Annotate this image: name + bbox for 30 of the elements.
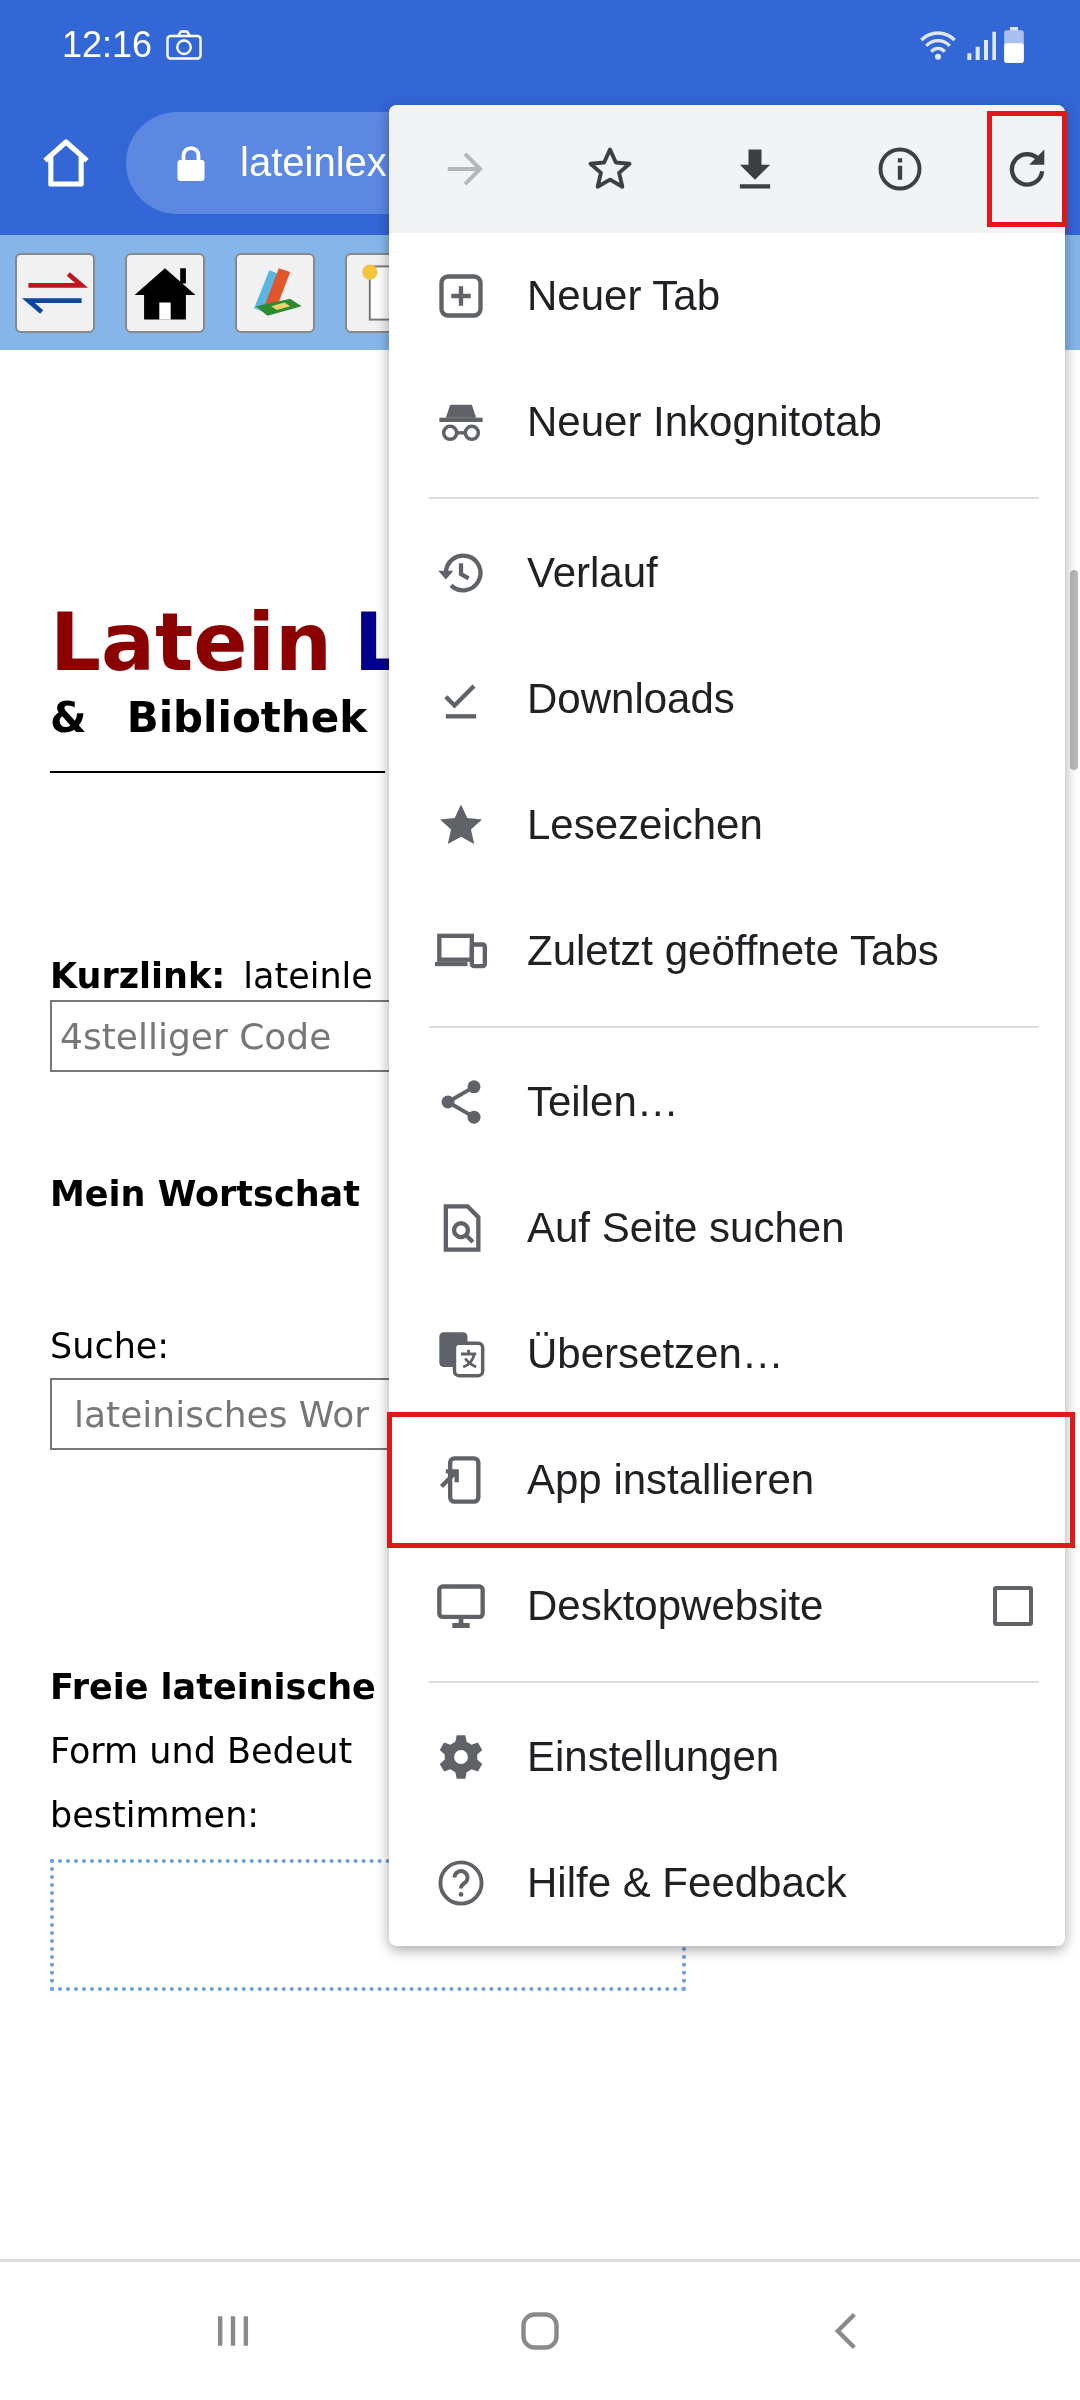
swap-arrows-icon[interactable] xyxy=(15,252,95,333)
books-icon[interactable] xyxy=(235,252,315,333)
checkbox[interactable] xyxy=(993,1586,1033,1626)
site-title: Latein xyxy=(50,596,332,689)
wifi-icon xyxy=(918,28,958,62)
ampersand: & xyxy=(50,693,87,743)
search-label: Suche: xyxy=(50,1326,170,1366)
menu-item[interactable]: Auf Seite suchen xyxy=(389,1165,1065,1291)
description-text: Form und Bedeut xyxy=(50,1730,353,1773)
house-icon[interactable] xyxy=(125,252,205,333)
section-heading: Freie lateinische xyxy=(50,1666,376,1709)
clock: 12:16 xyxy=(62,24,153,66)
site-subtitle: Bibliothek xyxy=(126,693,368,743)
section-heading: Mein Wortschat xyxy=(50,1173,360,1216)
battery-icon xyxy=(1004,27,1024,63)
menu-item[interactable]: Downloads xyxy=(389,636,1065,762)
menu-item[interactable]: Neuer Tab xyxy=(389,233,1065,359)
home-icon[interactable] xyxy=(518,2309,562,2353)
reload-button[interactable] xyxy=(989,114,1064,224)
menu-item[interactable]: Lesezeichen xyxy=(389,762,1065,888)
lock-icon xyxy=(176,144,206,181)
menu-item[interactable]: Einstellungen xyxy=(389,1694,1065,1820)
menu-item[interactable]: Neuer Inkognitotab xyxy=(389,359,1065,485)
kurzlink-label: Kurzlink: xyxy=(50,956,226,996)
menu-item[interactable]: Desktopwebsite xyxy=(389,1543,1065,1669)
menu-item[interactable]: Hilfe & Feedback xyxy=(389,1820,1065,1946)
description-text: bestimmen: xyxy=(50,1794,260,1837)
camera-icon xyxy=(166,30,203,60)
kurzlink-url[interactable]: lateinle xyxy=(243,956,373,996)
menu-item[interactable]: Verlauf xyxy=(389,510,1065,636)
